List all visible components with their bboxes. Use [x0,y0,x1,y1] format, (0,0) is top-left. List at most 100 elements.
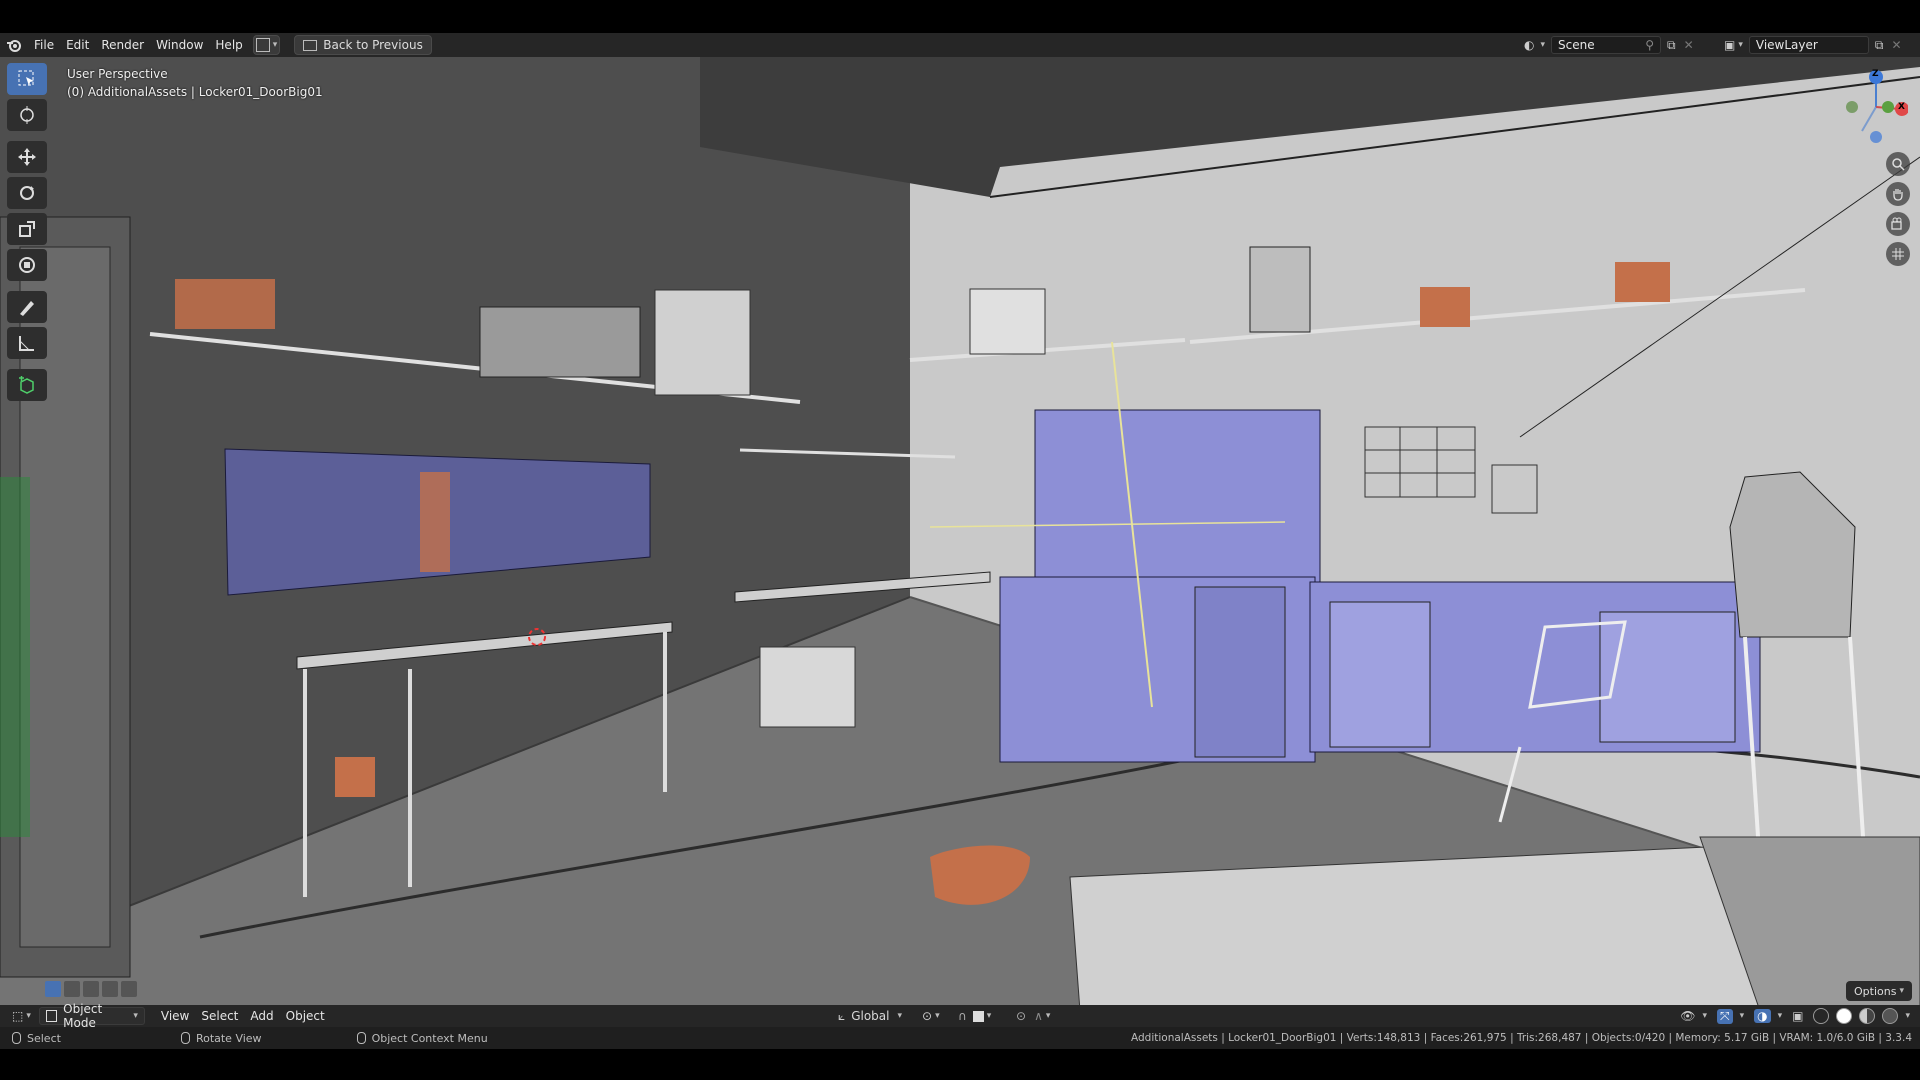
menu-select[interactable]: Select [195,1004,244,1028]
status-hint-context-label: Object Context Menu [371,1031,488,1045]
menu-edit[interactable]: Edit [60,33,95,57]
chevron-down-icon: ▾ [1540,40,1546,50]
orientation-label: Global [851,1009,890,1023]
proportional-edit-icon: ⊙ [1016,1009,1027,1023]
editor-type-dropdown[interactable]: ⬚ ▾ [12,1009,31,1023]
gizmo-x-label: X [1898,102,1905,112]
select-subtract-icon[interactable] [83,981,99,997]
measure-icon [19,336,34,351]
menu-add[interactable]: Add [244,1004,279,1028]
3d-view-icon: ⬚ [12,1009,24,1023]
ortho-toggle-button[interactable] [1886,242,1910,266]
move-tool[interactable] [7,141,47,173]
chevron-down-icon: ▾ [1777,1011,1783,1021]
pan-button[interactable] [1886,182,1910,206]
navigation-gizmo[interactable]: Z X [1836,65,1909,145]
select-new-icon[interactable] [45,981,61,997]
wireframe-shading-icon[interactable] [1813,1008,1830,1024]
scene-selector[interactable]: ◐ ▾ Scene ⚲ ⧉ ✕ [1524,36,1694,54]
menu-view[interactable]: View [155,1004,195,1028]
annotate-icon [20,301,34,316]
solid-shading-icon[interactable] [1836,1008,1853,1024]
menu-help[interactable]: Help [209,33,248,57]
rendered-shading-icon[interactable] [1882,1008,1899,1024]
chevron-down-icon: ▾ [1899,986,1904,996]
chevron-down-icon: ▾ [897,1011,903,1021]
chevron-down-icon: ▾ [935,1011,940,1021]
camera-icon [1891,217,1902,230]
add-cube-icon [19,376,34,394]
cursor-tool[interactable] [7,99,47,131]
back-to-previous-label: Back to Previous [323,38,423,52]
scene-name: Scene [1558,38,1595,52]
camera-view-button[interactable] [1886,212,1910,236]
visibility-icon[interactable]: 👁 [1680,1009,1695,1023]
annotate-tool[interactable] [7,291,47,323]
gizmo-toggle-icon[interactable]: ⤧ [1716,1008,1733,1024]
new-scene-icon[interactable]: ⧉ [1667,38,1676,53]
chevron-down-icon: ▾ [1738,40,1743,50]
menu-render[interactable]: Render [95,33,150,57]
top-menu-bar: File Edit Render Window Help ▾ Back to P… [0,33,1920,57]
new-view-layer-icon[interactable]: ⧉ [1875,38,1884,53]
view-perspective-label: User Perspective [67,67,168,81]
select-box-icon [18,70,34,86]
add-cube-tool[interactable] [7,369,47,401]
status-bar: Select Rotate View Object Context Menu A… [0,1027,1920,1049]
menu-window[interactable]: Window [150,33,209,57]
scene-name-field[interactable]: Scene ⚲ [1551,36,1662,54]
view-layer-icon: ▣ [1724,38,1736,52]
scale-icon [19,221,35,237]
scale-tool[interactable] [7,213,47,245]
blender-logo-icon[interactable] [0,38,28,52]
pin-icon[interactable]: ⚲ [1645,38,1654,52]
orientation-icon: ⟀ [838,1008,846,1023]
transform-icon [19,257,35,273]
workshop-scene-render [0,57,1920,1011]
status-hint-select-label: Select [27,1031,61,1045]
magnet-icon: ∩ [958,1009,967,1023]
mouse-right-icon [356,1032,366,1044]
close-icon[interactable]: ✕ [1891,38,1901,52]
measure-tool[interactable] [7,327,47,359]
menu-file[interactable]: File [28,33,60,57]
back-to-previous-button[interactable]: Back to Previous [294,35,432,55]
scene-statistics: AdditionalAssets | Locker01_DoorBig01 | … [1131,1032,1912,1044]
view-layer-selector[interactable]: ▣ ▾ ViewLayer ⧉ ✕ [1724,36,1902,54]
select-intersect-icon[interactable] [121,981,137,997]
3d-viewport[interactable]: User Perspective (0) AdditionalAssets | … [0,57,1920,1011]
select-box-tool[interactable] [7,63,47,95]
xray-toggle-icon[interactable]: ▣ [1792,1009,1803,1023]
chevron-down-icon: ▾ [1045,1011,1051,1021]
status-hint-rotate-label: Rotate View [195,1031,262,1045]
snap-toggle[interactable]: ∩ ▾ [958,1009,991,1023]
chevron-down-icon: ▾ [1905,1011,1910,1021]
zoom-button[interactable] [1886,152,1910,176]
material-shading-icon[interactable] [1859,1008,1876,1024]
menu-object[interactable]: Object [280,1004,331,1028]
transform-tool[interactable] [7,249,47,281]
snap-target-icon [972,1010,984,1022]
viewport-header: ⬚ ▾ Object Mode ▾ View Select Add Object… [0,1002,1920,1030]
select-invert-icon[interactable] [102,981,118,997]
grid-ortho-icon [1892,248,1904,260]
options-label: Options [1854,984,1897,998]
cursor-icon [20,106,34,124]
workspace-dropdown[interactable]: ▾ [252,35,281,55]
status-hint-context: Object Context Menu [356,1031,488,1045]
rotate-tool[interactable] [7,177,47,209]
overlay-toggle-icon[interactable]: ◑ [1754,1009,1771,1023]
transform-orientation-dropdown[interactable]: ⟀ Global ▾ [838,1009,902,1024]
pivot-point-dropdown[interactable]: ⊙ ▾ [922,1009,940,1023]
proportional-edit-toggle[interactable]: ⊙ ∧ ▾ [1016,1009,1050,1023]
falloff-icon: ∧ [1034,1009,1043,1023]
options-dropdown[interactable]: Options ▾ [1846,981,1912,1001]
select-extend-icon[interactable] [64,981,80,997]
zoom-icon [1892,158,1905,171]
chevron-down-icon: ▾ [1739,1011,1745,1021]
close-icon[interactable]: ✕ [1684,38,1694,52]
mode-selector[interactable]: Object Mode ▾ [38,1002,145,1030]
view-layer-name-field[interactable]: ViewLayer [1748,36,1869,54]
chevron-down-icon: ▾ [272,40,278,50]
pan-hand-icon [1893,189,1903,201]
